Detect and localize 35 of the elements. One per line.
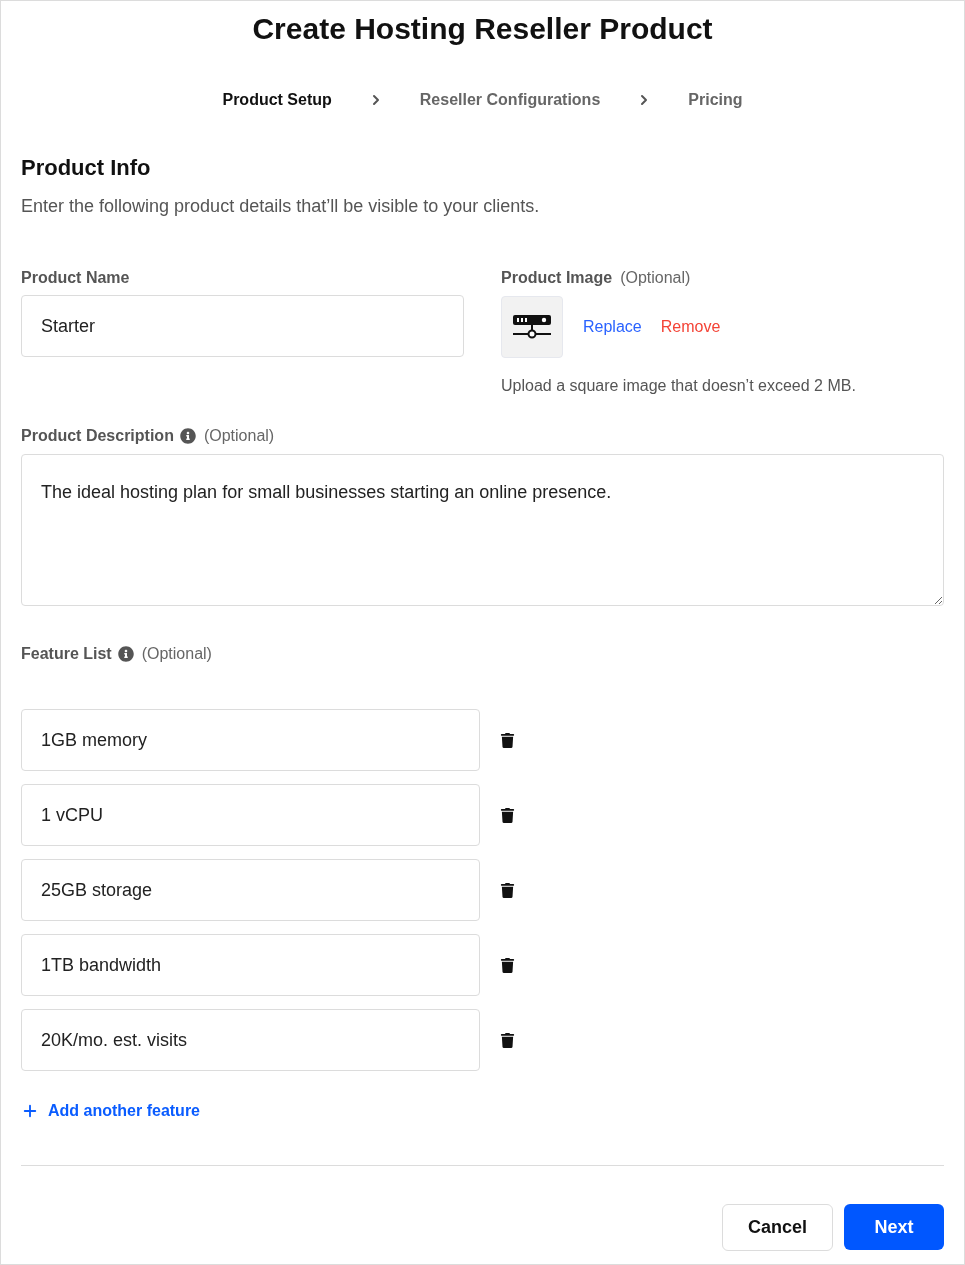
- wizard-step: Product Setup: [222, 88, 332, 112]
- feature-input[interactable]: 20K/mo. est. visits: [21, 1009, 480, 1071]
- trash-icon[interactable]: [500, 882, 515, 898]
- product-name-input[interactable]: Starter: [21, 295, 464, 357]
- section-heading: Product Info: [21, 154, 152, 182]
- info-icon[interactable]: [117, 646, 134, 662]
- trash-icon[interactable]: [500, 732, 515, 748]
- trash-icon[interactable]: [500, 1032, 515, 1048]
- feature-input[interactable]: 1 vCPU: [21, 784, 480, 846]
- upload-hint: Upload a square image that doesn’t exceed 2 MB.: [501, 376, 857, 396]
- optional-note: (Optional): [203, 426, 275, 446]
- replace-link[interactable]: Replace: [583, 316, 642, 338]
- wizard-step: Reseller Configurations: [419, 88, 601, 112]
- optional-note: (Optional): [620, 268, 691, 288]
- cancel-button[interactable]: Cancel: [722, 1204, 833, 1251]
- feature-input[interactable]: 1TB bandwidth: [21, 934, 480, 996]
- field-label: Feature List: [21, 644, 112, 664]
- page-title: Create Hosting Reseller Product: [251, 11, 714, 47]
- next-button[interactable]: Next: [844, 1204, 944, 1250]
- trash-icon[interactable]: [500, 957, 515, 973]
- feature-input[interactable]: 25GB storage: [21, 859, 480, 921]
- remove-link[interactable]: Remove: [660, 316, 721, 338]
- wizard-step: Pricing: [688, 88, 743, 112]
- plus-icon: [21, 1102, 39, 1120]
- section-subtitle: Enter the following product details that’ll be visible to your clients.: [21, 195, 541, 218]
- add-feature-button[interactable]: Add another feature: [21, 1100, 200, 1122]
- optional-note: (Optional): [141, 644, 212, 664]
- info-icon[interactable]: [179, 428, 196, 444]
- field-label: Product Description: [21, 426, 174, 446]
- trash-icon[interactable]: [500, 807, 515, 823]
- field-label: Product Name: [21, 268, 130, 288]
- field-label: Product Image: [501, 268, 613, 288]
- feature-input[interactable]: 1GB memory: [21, 709, 480, 771]
- description-textarea[interactable]: The ideal hosting plan for small businesses starting an online presence.: [21, 454, 944, 606]
- server-icon: [513, 315, 551, 339]
